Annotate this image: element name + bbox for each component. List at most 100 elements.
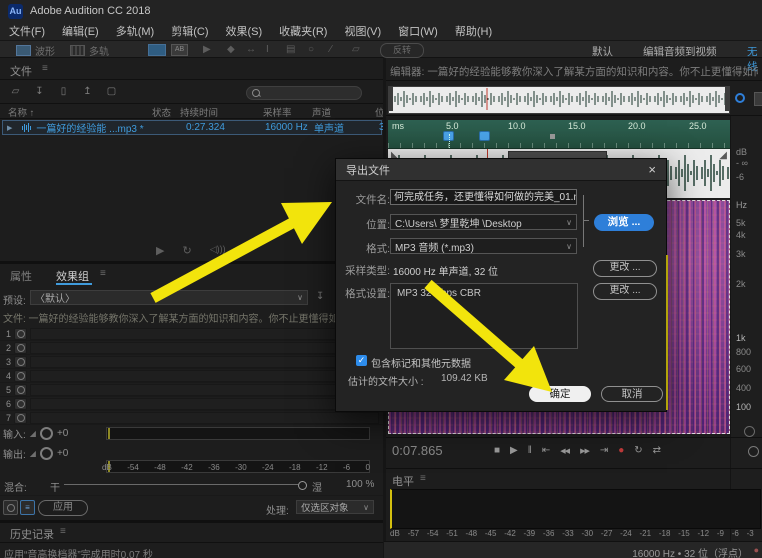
waveform-display-icon[interactable] <box>148 44 166 56</box>
import-file-icon[interactable]: ↧ <box>32 85 47 98</box>
preview-speaker-icon[interactable]: ◁))) <box>210 244 226 257</box>
rack-power-button[interactable] <box>3 500 18 515</box>
cancel-button[interactable]: 取消 <box>601 386 663 402</box>
marker-icon[interactable] <box>550 134 555 139</box>
open-folder-icon[interactable]: ▱ <box>8 85 23 98</box>
preset-dropdown[interactable]: 〈默认〉 ∨ <box>30 290 308 305</box>
rewind-button[interactable]: ◀◀ <box>560 447 570 455</box>
workspace-edit-audio-to-video[interactable]: 编辑音频到视频 <box>643 44 717 59</box>
column-name[interactable]: 名称 ↑ <box>8 105 34 119</box>
record-button[interactable]: ● <box>618 445 624 456</box>
razor-tool-icon[interactable]: ◆ <box>227 44 235 55</box>
tab-properties[interactable]: 属性 <box>10 268 32 284</box>
fast-forward-button[interactable]: ▶▶ <box>580 447 590 455</box>
process-dropdown[interactable]: 仅选区对象 ∨ <box>296 500 374 514</box>
effect-slot[interactable]: 7 <box>0 411 383 425</box>
menu-edit[interactable]: 编辑(E) <box>62 23 99 39</box>
skip-selection-button[interactable]: ⇄ <box>653 445 661 456</box>
search-input[interactable] <box>246 86 362 100</box>
menu-help[interactable]: 帮助(H) <box>455 23 492 39</box>
trash-icon[interactable]: ▢ <box>104 85 119 98</box>
tab-effects-rack[interactable]: 效果组 <box>56 268 89 284</box>
move-tool-icon[interactable]: ▶ <box>203 44 211 55</box>
reverse-button[interactable]: 反转 <box>380 43 424 58</box>
format-dropdown[interactable]: MP3 音频 (*.mp3) ∨ <box>390 238 577 254</box>
files-panel-menu-icon[interactable]: ≡ <box>42 63 48 74</box>
effect-slot[interactable]: 1 <box>0 327 383 341</box>
change-format-settings-button[interactable]: 更改 ... <box>593 283 657 300</box>
menu-window[interactable]: 窗口(W) <box>398 23 438 39</box>
column-channels[interactable]: 声道 <box>312 105 331 119</box>
marquee-selection-tool-icon[interactable]: ▤ <box>286 44 295 55</box>
playhead-handle[interactable] <box>479 131 490 141</box>
location-dropdown[interactable]: C:\Users\ 梦里乾坤 \Desktop ∨ <box>390 214 577 230</box>
menu-clip[interactable]: 剪辑(C) <box>171 23 208 39</box>
mix-slider-track[interactable] <box>64 484 298 485</box>
menu-file[interactable]: 文件(F) <box>9 23 45 39</box>
export-file-icon[interactable]: ↥ <box>80 85 95 98</box>
new-file-icon[interactable]: ▯ <box>56 85 71 98</box>
pause-button[interactable]: ‖ <box>528 445 532 456</box>
power-icon[interactable] <box>14 383 27 396</box>
change-sample-type-button[interactable]: 更改 ... <box>593 260 657 277</box>
scroll-corner-right-icon[interactable]: ◢ <box>719 151 727 161</box>
menu-view[interactable]: 视图(V) <box>344 23 381 39</box>
zoom-overview-icon[interactable] <box>735 93 745 103</box>
time-selection-tool-icon[interactable]: I <box>266 44 269 55</box>
file-row[interactable]: ▶ 一篇好的经验能 ...mp3 * 0:27.324 16000 Hz 单声道… <box>2 120 385 135</box>
spectral-zoom-icon[interactable] <box>744 426 755 437</box>
power-icon[interactable] <box>14 369 27 382</box>
power-icon[interactable] <box>14 411 27 424</box>
include-metadata-checkbox[interactable]: ✓ <box>356 355 367 366</box>
effect-slot[interactable]: 6 <box>0 397 383 411</box>
column-status[interactable]: 状态 <box>152 105 171 119</box>
save-preset-icon[interactable]: ↧ <box>316 291 324 302</box>
dialog-title-bar[interactable]: 导出文件 × <box>336 159 666 181</box>
effect-slot[interactable]: 4 <box>0 369 383 383</box>
apply-button[interactable]: 应用 <box>38 500 88 516</box>
loop-playback-button[interactable]: ↻ <box>634 445 642 456</box>
history-panel-menu-icon[interactable]: ≡ <box>60 526 66 537</box>
row-expander-icon[interactable]: ▶ <box>7 124 12 132</box>
spot-healing-brush-tool-icon[interactable]: ▱ <box>352 44 360 55</box>
column-duration[interactable]: 持续时间 <box>180 105 218 119</box>
filename-input[interactable]: 何完成任务，还更懂得如何做的完美_01.mp3 <box>390 189 577 205</box>
power-icon[interactable] <box>14 327 27 340</box>
meters-toggle-button[interactable]: ≡ <box>20 500 35 515</box>
preview-loop-icon[interactable]: ↻ <box>182 244 191 257</box>
panel-options-icon[interactable] <box>754 92 762 106</box>
spectral-display-icon[interactable]: AB <box>171 44 188 56</box>
ok-button[interactable]: 确定 <box>529 386 591 402</box>
mix-slider-thumb[interactable] <box>298 481 307 490</box>
menu-effects[interactable]: 效果(S) <box>226 23 263 39</box>
multitrack-view-button[interactable]: 多轨 <box>70 43 109 58</box>
paintbrush-selection-tool-icon[interactable]: ∕ <box>330 44 332 55</box>
effect-slot[interactable]: 3 <box>0 355 383 369</box>
close-icon[interactable]: × <box>648 162 656 177</box>
menu-multitrack[interactable]: 多轨(M) <box>116 23 155 39</box>
stop-button[interactable]: ■ <box>494 445 500 456</box>
browse-button[interactable]: 浏览 ... <box>594 214 654 231</box>
effects-panel-menu-icon[interactable]: ≡ <box>100 268 106 279</box>
lasso-selection-tool-icon[interactable]: ○ <box>308 44 314 55</box>
power-icon[interactable] <box>14 355 27 368</box>
effect-slot[interactable]: 5 <box>0 383 383 397</box>
zoom-transport-icon[interactable] <box>748 446 759 457</box>
output-gain-knob[interactable] <box>39 447 53 460</box>
play-button[interactable]: ▶ <box>510 445 518 456</box>
power-icon[interactable] <box>14 341 27 354</box>
history-entry[interactable]: 应用“音高换档器”完成用时0.07 秒 <box>4 546 380 558</box>
skip-back-button[interactable]: ⇤ <box>542 445 550 456</box>
input-gain-knob[interactable] <box>39 427 53 440</box>
slip-tool-icon[interactable]: ↔ <box>246 44 256 55</box>
levels-panel-menu-icon[interactable]: ≡ <box>420 473 426 484</box>
effect-slot[interactable]: 2 <box>0 341 383 355</box>
preview-play-icon[interactable]: ▶ <box>156 244 164 257</box>
timeline-ruler[interactable]: ms 5.0 10.0 15.0 20.0 25.0 <box>388 120 730 149</box>
workspace-default[interactable]: 默认 <box>592 44 613 59</box>
column-sample-rate[interactable]: 采样率 <box>263 105 292 119</box>
waveform-view-button[interactable]: 波形 <box>16 43 55 58</box>
power-icon[interactable] <box>14 397 27 410</box>
menu-favorites[interactable]: 收藏夹(R) <box>279 23 327 39</box>
skip-forward-button[interactable]: ⇥ <box>600 445 608 456</box>
